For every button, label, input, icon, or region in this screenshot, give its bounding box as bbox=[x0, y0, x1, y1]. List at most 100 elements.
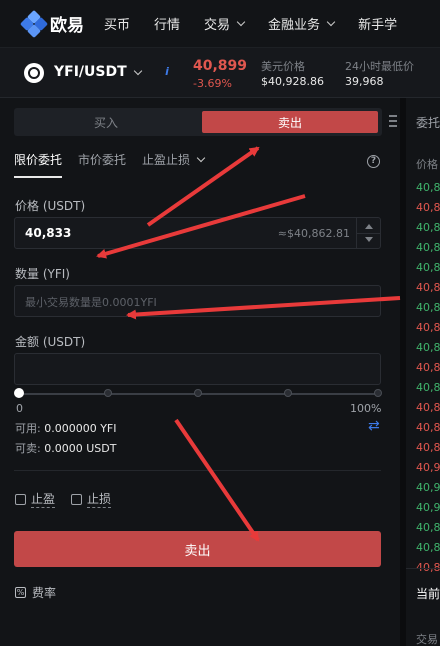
divider bbox=[406, 568, 440, 569]
trade-column-header: 交易 bbox=[416, 633, 438, 646]
tab-label: 限价委托 bbox=[14, 153, 63, 167]
price-label: 价格 (USDT) bbox=[15, 199, 86, 213]
chevron-down-icon bbox=[236, 17, 246, 27]
orderbook-row[interactable]: 40,8 bbox=[416, 261, 440, 274]
orderbook-row[interactable]: 40,8 bbox=[416, 341, 440, 354]
menu-icon[interactable] bbox=[389, 115, 397, 127]
active-tab-indicator bbox=[14, 176, 62, 178]
orderbook-row[interactable]: 40,8 bbox=[416, 401, 440, 414]
amount-slider[interactable] bbox=[14, 388, 382, 398]
slider-step-50[interactable] bbox=[194, 389, 202, 397]
tab-label: 止盈止损 bbox=[142, 153, 191, 167]
chevron-down-icon bbox=[326, 17, 336, 27]
price-stepper[interactable] bbox=[356, 218, 381, 248]
checkbox-label: 止损 bbox=[87, 492, 112, 508]
available-balance: 可用: 0.000000 YFI bbox=[15, 420, 117, 436]
take-profit-checkbox[interactable]: 止盈 bbox=[15, 490, 56, 508]
tab-market-order[interactable]: 市价委托 bbox=[78, 151, 126, 168]
low-24h-value: 39,968 bbox=[345, 75, 384, 88]
slider-min-label: 0 bbox=[16, 402, 23, 415]
tab-tp-sl[interactable]: 止盈止损 bbox=[142, 151, 206, 168]
checkbox-icon[interactable] bbox=[71, 493, 82, 505]
trade-panel: 买入 卖出 限价委托 市价委托 止盈止损 ? 价格 (USDT) 40,833 … bbox=[0, 98, 400, 646]
decrement-icon[interactable] bbox=[365, 237, 373, 242]
orderbook-row[interactable]: 40,8 bbox=[416, 181, 440, 194]
chevron-down-icon bbox=[133, 66, 142, 75]
quantity-input[interactable]: 最小交易数量是0.0001YFI bbox=[14, 285, 381, 317]
slider-max-label: 100% bbox=[350, 402, 382, 415]
nav-item-label: 新手学 bbox=[358, 18, 398, 33]
nav-item-label: 买币 bbox=[104, 18, 131, 33]
nav-item-beginner[interactable]: 新手学 bbox=[358, 14, 397, 33]
amount-input[interactable] bbox=[14, 353, 381, 385]
sellable-balance: 可卖: 0.0000 USDT bbox=[15, 440, 116, 456]
orderbook-row[interactable]: 40,8 bbox=[416, 421, 440, 434]
nav-item-finance[interactable]: 金融业务 bbox=[268, 14, 336, 33]
orderbook-row[interactable]: 40,8 bbox=[416, 521, 440, 534]
fee-label: 费率 bbox=[32, 586, 57, 600]
low-24h-label: 24小时最低价 bbox=[345, 60, 414, 73]
price-value: 40,833 bbox=[25, 226, 72, 240]
tab-current-orders[interactable]: 当前 bbox=[416, 585, 440, 602]
top-nav: 欧易 买币 行情 交易 金融业务 新手学 bbox=[0, 0, 440, 48]
tab-label: 市价委托 bbox=[78, 153, 127, 167]
nav-item-label: 交易 bbox=[204, 18, 231, 33]
okx-logo-icon bbox=[19, 9, 49, 38]
orderbook-row[interactable]: 40,8 bbox=[416, 201, 440, 214]
slider-step-100[interactable] bbox=[374, 389, 382, 397]
brand-name: 欧易 bbox=[50, 16, 84, 36]
increment-icon[interactable] bbox=[365, 224, 373, 229]
nav-item-label: 行情 bbox=[154, 18, 181, 33]
price-input[interactable]: 40,833 ≈$40,862.81 bbox=[14, 217, 381, 249]
orderbook-row[interactable]: 40,8 bbox=[416, 241, 440, 254]
nav-item-buy-crypto[interactable]: 买币 bbox=[104, 14, 130, 33]
transfer-icon[interactable]: ⇄ bbox=[368, 418, 380, 434]
order-type-tabs: 限价委托 市价委托 止盈止损 bbox=[14, 151, 220, 168]
divider bbox=[14, 470, 381, 471]
price-approx: ≈$40,862.81 bbox=[277, 227, 350, 240]
orderbook-row[interactable]: 40,9 bbox=[416, 501, 440, 514]
orderbook-row[interactable]: 40,8 bbox=[416, 381, 440, 394]
ticker-bar: YFI/USDT i 40,899 -3.69% 美元价格 $40,928.86… bbox=[0, 48, 440, 98]
yfi-coin-icon bbox=[24, 63, 44, 83]
pair-selector[interactable]: YFI/USDT bbox=[54, 64, 142, 80]
checkbox-label: 止盈 bbox=[31, 492, 56, 508]
checkbox-icon[interactable] bbox=[15, 493, 26, 505]
orderbook-row[interactable]: 40,8 bbox=[416, 361, 440, 374]
buy-sell-toggle: 买入 卖出 bbox=[14, 108, 382, 136]
orderbook-row[interactable]: 40,9 bbox=[416, 481, 440, 494]
slider-step-25[interactable] bbox=[104, 389, 112, 397]
orderbook-row[interactable]: 40,8 bbox=[416, 541, 440, 554]
orderbook-row[interactable]: 40,8 bbox=[416, 301, 440, 314]
buy-tab[interactable]: 买入 bbox=[14, 108, 198, 136]
stop-loss-checkbox[interactable]: 止损 bbox=[71, 490, 112, 508]
usd-price-value: $40,928.86 bbox=[261, 75, 324, 88]
available-value: 0.000000 YFI bbox=[44, 422, 117, 435]
last-price: 40,899 bbox=[193, 58, 248, 74]
sellable-label: 可卖: bbox=[15, 442, 41, 455]
nav-item-label: 金融业务 bbox=[268, 18, 321, 33]
orderbook-row[interactable]: 40,8 bbox=[416, 321, 440, 334]
orderbook-row[interactable]: 40,9 bbox=[416, 461, 440, 474]
orderbook-row[interactable]: 40,8 bbox=[416, 441, 440, 454]
orderbook-row[interactable]: 40,8 bbox=[416, 221, 440, 234]
sellable-value: 0.0000 USDT bbox=[44, 442, 117, 455]
tab-limit-order[interactable]: 限价委托 bbox=[14, 151, 62, 168]
price-change: -3.69% bbox=[193, 77, 232, 90]
fee-rate-link[interactable]: % 费率 bbox=[15, 584, 56, 601]
info-icon[interactable]: i bbox=[160, 65, 174, 79]
brand-logo[interactable]: 欧易 bbox=[19, 9, 84, 38]
sell-submit-button[interactable]: 卖出 bbox=[14, 531, 381, 567]
amount-label: 金额 (USDT) bbox=[15, 335, 86, 349]
orderbook-row[interactable]: 40,8 bbox=[416, 281, 440, 294]
slider-handle[interactable] bbox=[14, 388, 24, 398]
percent-icon: % bbox=[15, 587, 26, 598]
quantity-placeholder: 最小交易数量是0.0001YFI bbox=[25, 296, 157, 309]
help-icon[interactable]: ? bbox=[367, 155, 380, 168]
quantity-label: 数量 (YFI) bbox=[15, 267, 70, 281]
sell-tab[interactable]: 卖出 bbox=[202, 111, 378, 133]
slider-step-75[interactable] bbox=[284, 389, 292, 397]
nav-item-trade[interactable]: 交易 bbox=[204, 14, 246, 33]
orderbook-header[interactable]: 委托 bbox=[416, 114, 440, 131]
nav-item-markets[interactable]: 行情 bbox=[154, 14, 180, 33]
